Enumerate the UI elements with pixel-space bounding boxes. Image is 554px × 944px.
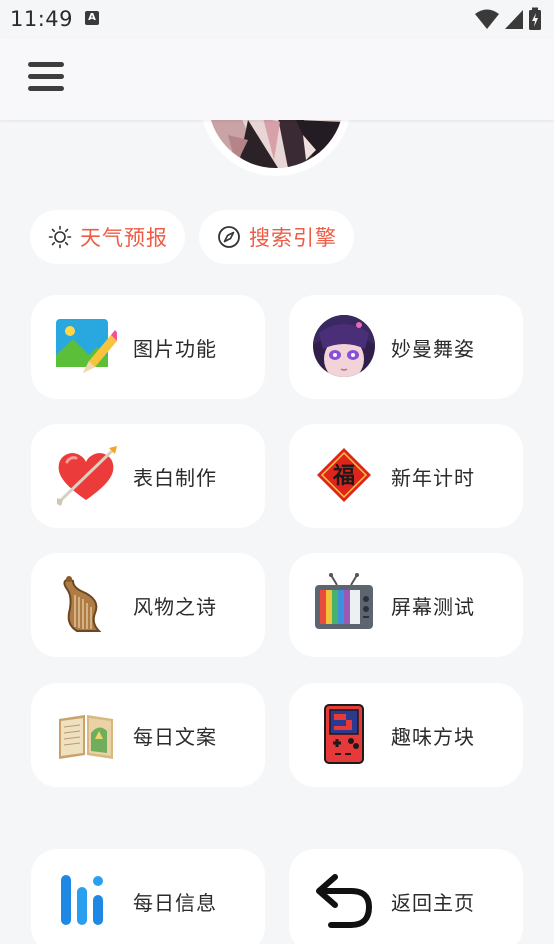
app-screen: 11:49 A 天气预报 搜索引擎 图片功能 妙曼舞姿 表白制作 福 新年计时 … [0, 0, 554, 944]
return-arrow-icon [316, 874, 373, 928]
feature-card-blocks[interactable]: 趣味方块 [289, 683, 523, 787]
feature-card-daily-info[interactable]: 每日信息 [31, 849, 265, 944]
feature-card-confession[interactable]: 表白制作 [31, 424, 265, 528]
svg-text:福: 福 [332, 464, 355, 489]
feature-card-screen-test[interactable]: 屏幕测试 [289, 553, 523, 657]
fu-diamond-icon: 福 [317, 448, 371, 502]
harp-icon [63, 576, 102, 632]
feature-card-label: 妙曼舞姿 [391, 337, 475, 361]
heart-arrow-icon [57, 446, 117, 506]
feature-card-dance[interactable]: 妙曼舞姿 [289, 295, 523, 399]
app-bar [0, 38, 554, 120]
status-bar: 11:49 A [0, 0, 554, 38]
feature-card-label: 表白制作 [133, 466, 217, 490]
feature-card-label: 趣味方块 [391, 725, 475, 749]
feature-card-label: 每日信息 [133, 891, 217, 915]
feature-card-image[interactable]: 图片功能 [31, 295, 265, 399]
feature-card-label: 每日文案 [133, 725, 217, 749]
search-engine-chip-label: 搜索引擎 [249, 226, 337, 250]
accessibility-notification-icon: A [85, 11, 99, 25]
anime-girl-avatar-icon [313, 315, 375, 377]
feature-card-newyear[interactable]: 福 新年计时 [289, 424, 523, 528]
weather-chip[interactable]: 天气预报 [30, 210, 185, 264]
feature-card-label: 图片功能 [133, 337, 217, 361]
feature-card-label: 风物之诗 [133, 595, 217, 619]
feature-card-label: 屏幕测试 [391, 595, 475, 619]
bar-logo-icon [61, 875, 103, 925]
menu-icon-line [28, 86, 64, 91]
compass-icon [218, 226, 240, 248]
game-console-icon [324, 704, 364, 764]
menu-button[interactable] [26, 60, 66, 94]
retro-tv-icon [315, 573, 373, 629]
menu-icon [28, 62, 64, 67]
feature-card-poem[interactable]: 风物之诗 [31, 553, 265, 657]
sun-icon [48, 225, 72, 249]
feature-card-back-home[interactable]: 返回主页 [289, 849, 523, 944]
feature-card-daily-text[interactable]: 每日文案 [31, 683, 265, 787]
search-engine-chip[interactable]: 搜索引擎 [199, 210, 354, 264]
status-time: 11:49 [10, 7, 74, 31]
wifi-icon [475, 9, 499, 29]
feature-card-label: 新年计时 [391, 466, 475, 490]
battery-charging-icon [529, 7, 541, 30]
menu-icon-line [28, 74, 64, 79]
image-edit-icon [56, 319, 117, 373]
signal-icon [505, 10, 523, 29]
weather-chip-label: 天气预报 [80, 226, 168, 250]
feature-card-label: 返回主页 [391, 891, 475, 915]
status-icons [474, 7, 542, 31]
open-book-icon [59, 715, 113, 759]
